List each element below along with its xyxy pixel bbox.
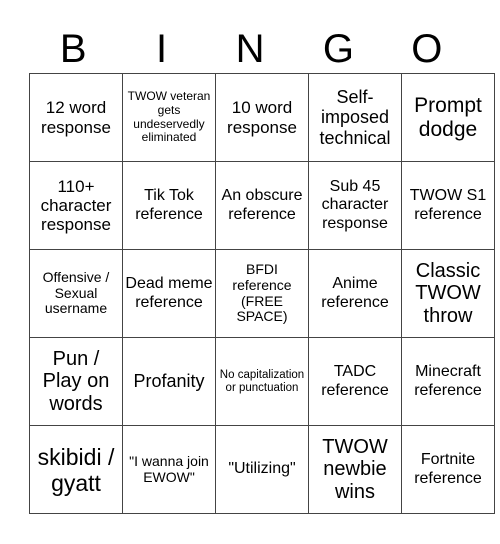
- bingo-cell[interactable]: Profanity: [122, 337, 216, 426]
- bingo-cell[interactable]: Sub 45 character response: [308, 161, 402, 250]
- bingo-cell[interactable]: Fortnite reference: [401, 425, 495, 514]
- header-letter-n: N: [235, 27, 265, 71]
- free-space-cell[interactable]: BFDI reference (FREE SPACE): [215, 249, 309, 338]
- bingo-cell[interactable]: Prompt dodge: [401, 73, 495, 162]
- bingo-cell[interactable]: Anime reference: [308, 249, 402, 338]
- bingo-cell[interactable]: Tik Tok reference: [122, 161, 216, 250]
- bingo-cell[interactable]: Pun / Play on words: [29, 337, 123, 426]
- bingo-cell[interactable]: "I wanna join EWOW": [122, 425, 216, 514]
- bingo-cell[interactable]: skibidi / gyatt: [29, 425, 123, 514]
- grid-row: 12 word response TWOW veteran gets undes…: [29, 73, 495, 162]
- grid-row: 110+ character response Tik Tok referenc…: [29, 161, 495, 250]
- bingo-cell[interactable]: TWOW S1 reference: [401, 161, 495, 250]
- bingo-cell[interactable]: TWOW newbie wins: [308, 425, 402, 514]
- header-letter-b: B: [59, 27, 87, 71]
- bingo-cell[interactable]: Minecraft reference: [401, 337, 495, 426]
- header-letter-i: I: [156, 27, 168, 71]
- bingo-cell[interactable]: Dead meme reference: [122, 249, 216, 338]
- bingo-cell[interactable]: Classic TWOW throw: [401, 249, 495, 338]
- bingo-cell[interactable]: Offensive / Sexual username: [29, 249, 123, 338]
- bingo-cell[interactable]: 10 word response: [215, 73, 309, 162]
- grid-row: Offensive / Sexual username Dead meme re…: [29, 249, 495, 338]
- bingo-cell[interactable]: TADC reference: [308, 337, 402, 426]
- bingo-cell[interactable]: 110+ character response: [29, 161, 123, 250]
- bingo-cell[interactable]: Self-imposed technical: [308, 73, 402, 162]
- grid-row: Pun / Play on words Profanity No capital…: [29, 337, 495, 426]
- bingo-cell[interactable]: No capitalization or punctuation: [215, 337, 309, 426]
- bingo-header: B I N G O: [29, 26, 471, 72]
- bingo-cell[interactable]: An obscure reference: [215, 161, 309, 250]
- bingo-cell[interactable]: "Utilizing": [215, 425, 309, 514]
- bingo-grid: 12 word response TWOW veteran gets undes…: [29, 73, 495, 514]
- grid-row: skibidi / gyatt "I wanna join EWOW" "Uti…: [29, 425, 495, 514]
- bingo-cell[interactable]: 12 word response: [29, 73, 123, 162]
- bingo-cell[interactable]: TWOW veteran gets undeservedly eliminate…: [122, 73, 216, 162]
- header-letter-g: G: [322, 27, 354, 71]
- header-letter-o: O: [411, 27, 443, 71]
